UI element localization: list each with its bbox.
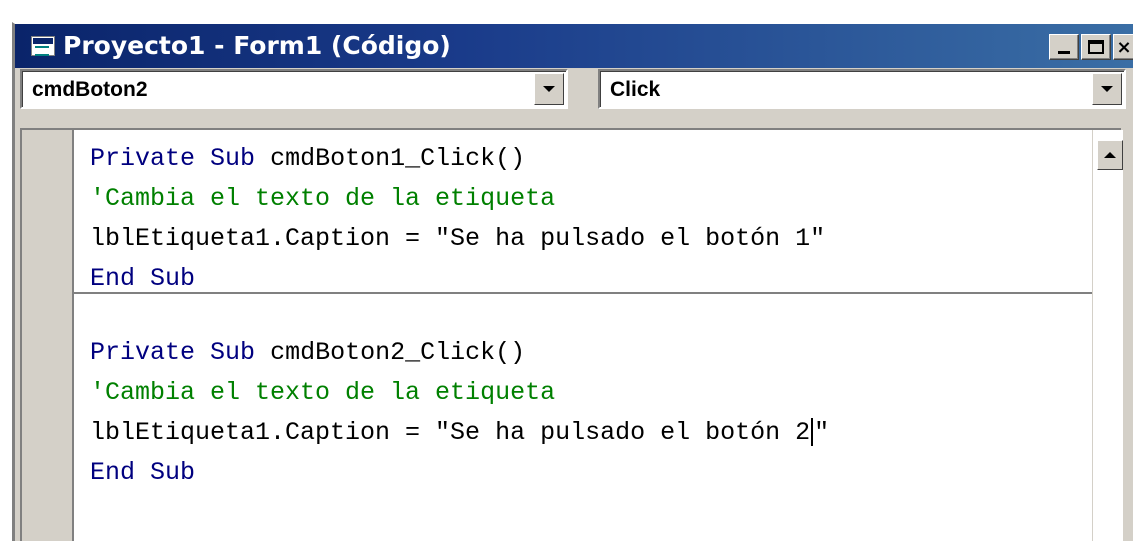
scroll-up-icon (1104, 152, 1116, 158)
maximize-icon (1088, 40, 1104, 54)
chevron-down-icon (543, 86, 555, 92)
minimize-button[interactable] (1049, 34, 1079, 60)
scroll-up-button[interactable] (1097, 140, 1123, 170)
vertical-scrollbar[interactable] (1092, 130, 1123, 541)
chevron-down-icon (1101, 86, 1113, 92)
code-line-end-sub-1[interactable]: End Sub (90, 264, 195, 294)
object-combo-value: cmdBoton2 (32, 78, 148, 101)
vb-form-icon[interactable] (31, 36, 55, 56)
procedure-combo[interactable]: Click (598, 69, 1126, 109)
procedure-signature: cmdBoton2_Click() (255, 338, 526, 367)
close-icon: × (1116, 36, 1132, 58)
maximize-button[interactable] (1081, 34, 1111, 60)
code-line-sub-declaration-1[interactable]: Private Sub cmdBoton1_Click() (90, 144, 525, 174)
close-button[interactable]: × (1113, 34, 1133, 60)
procedure-separator (74, 292, 1092, 294)
code-line-statement-1[interactable]: lblEtiqueta1.Caption = "Se ha pulsado el… (90, 224, 825, 254)
keyword-private: Private (90, 144, 196, 173)
keyword-sub: Sub (210, 144, 256, 173)
minimize-icon (1058, 50, 1070, 54)
title-bar[interactable]: Proyecto1 - Form1 (Código) × (15, 24, 1133, 68)
keyword-private: Private (90, 338, 196, 367)
keyword-sub: Sub (210, 338, 256, 367)
code-line-sub-declaration-2[interactable]: Private Sub cmdBoton2_Click() (90, 338, 525, 368)
code-line-end-sub-2[interactable]: End Sub (90, 458, 195, 488)
procedure-signature: cmdBoton1_Click() (255, 144, 526, 173)
margin-indicator-bar[interactable] (22, 130, 74, 541)
object-combo-dropdown-button[interactable] (534, 73, 564, 105)
procedure-combo-dropdown-button[interactable] (1092, 73, 1122, 105)
code-line-statement-2[interactable]: lblEtiqueta1.Caption = "Se ha pulsado el… (90, 418, 829, 448)
statement-closing-quote: " (814, 418, 830, 447)
text-caret (811, 418, 814, 447)
code-line-comment-1[interactable]: 'Cambia el texto de la etiqueta (90, 184, 555, 214)
code-line-comment-2[interactable]: 'Cambia el texto de la etiqueta (90, 378, 555, 408)
statement-text: lblEtiqueta1.Caption = "Se ha pulsado el… (90, 418, 811, 447)
procedure-combo-value: Click (610, 78, 661, 101)
object-combo[interactable]: cmdBoton2 (20, 69, 568, 109)
window-title: Proyecto1 - Form1 (Código) (63, 31, 451, 60)
